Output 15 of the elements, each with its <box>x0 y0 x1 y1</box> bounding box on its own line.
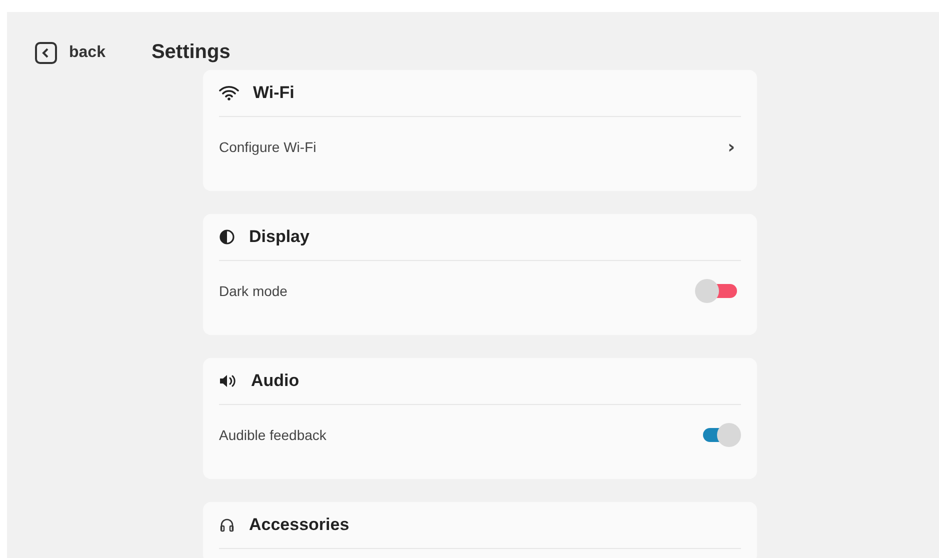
speaker-icon <box>219 373 237 389</box>
section-title: Wi-Fi <box>253 83 294 103</box>
headphones-icon <box>219 517 235 533</box>
section-title: Display <box>249 227 310 247</box>
wifi-icon <box>219 85 239 101</box>
page-title: Settings <box>151 41 230 64</box>
section-title: Accessories <box>249 515 350 535</box>
row-label: Dark mode <box>219 283 288 299</box>
chevron-left-icon <box>35 42 57 64</box>
row-label: Configure Wi-Fi <box>219 139 316 155</box>
section-title: Audio <box>251 371 300 391</box>
chevron-button[interactable]: › <box>722 136 741 158</box>
back-button[interactable]: back <box>35 42 106 64</box>
row-label: Audible feedback <box>219 427 326 443</box>
contrast-icon <box>219 229 235 245</box>
